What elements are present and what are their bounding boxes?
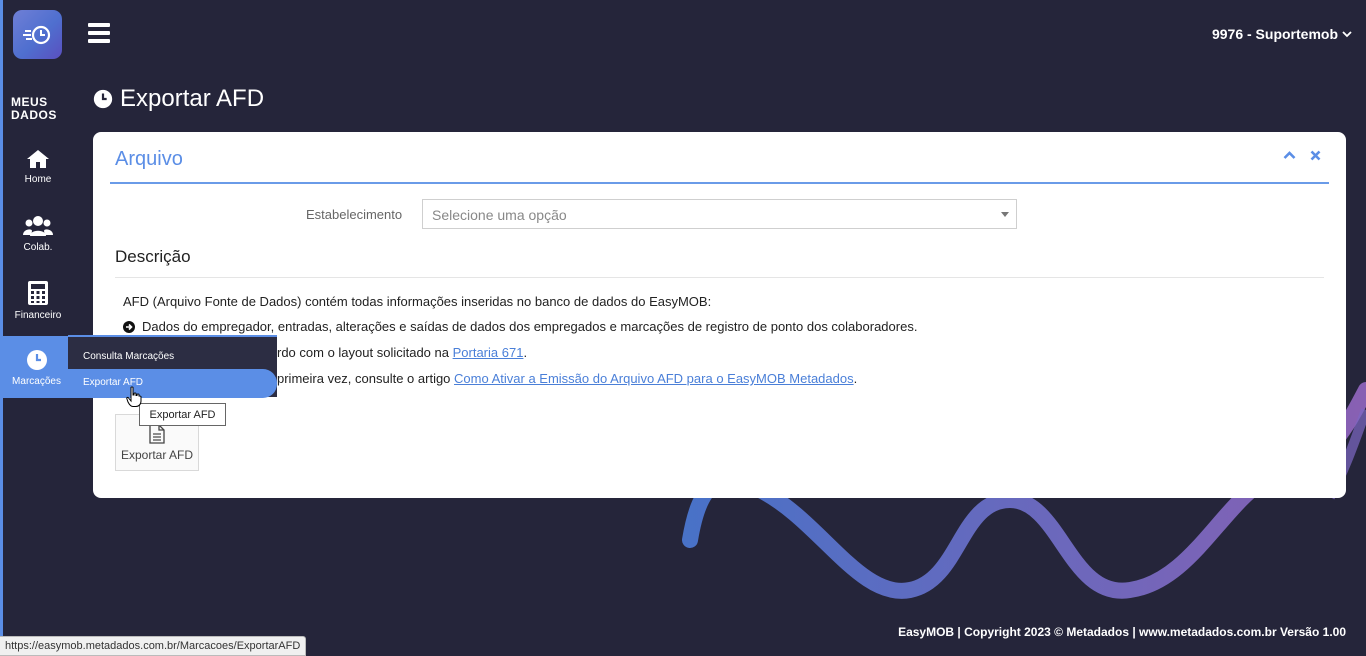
flyout-item-consulta-marcacoes[interactable]: Consulta Marcações — [68, 343, 277, 372]
sidebar-section-title: MEUS DADOS — [11, 95, 57, 122]
description-intro: AFD (Arquivo Fonte de Dados) contém toda… — [123, 294, 712, 309]
file-text-icon — [149, 423, 165, 444]
sidebar-item-home[interactable]: Home — [3, 136, 73, 196]
user-menu-label: 9976 - Suportemob — [1211, 26, 1338, 42]
page-title: Exportar AFD — [92, 85, 264, 113]
tooltip: Exportar AFD — [139, 403, 226, 426]
description-article-line: primeira vez, consulte o artigo Como Ati… — [277, 371, 857, 386]
establishment-select[interactable]: Selecione uma opção — [422, 199, 1017, 229]
article-suffix: . — [853, 371, 858, 386]
export-afd-button-label: Exportar AFD — [120, 447, 194, 462]
sidebar-item-marcacoes[interactable]: Marcações — [0, 336, 73, 398]
card-tools — [1283, 150, 1321, 161]
description-heading: Descrição — [115, 247, 191, 266]
sidebar-item-label: Home — [24, 173, 52, 185]
menu-toggle-button[interactable] — [88, 23, 110, 43]
layout-suffix: . — [523, 345, 528, 360]
home-icon — [27, 149, 49, 168]
marcacoes-flyout-menu: Consulta Marcações Exportar AFD — [68, 335, 277, 398]
clock-icon — [93, 89, 113, 109]
clock-icon — [26, 349, 47, 370]
description-bullet: Dados do empregador, entradas, alteraçõe… — [123, 319, 917, 334]
calculator-icon — [28, 280, 48, 305]
sidebar-item-colab[interactable]: Colab. — [3, 203, 73, 263]
establishment-label: Estabelecimento — [306, 207, 403, 222]
description-layout-line: rdo com o layout solicitado na Portaria … — [277, 345, 527, 360]
sidebar-item-label: Colab. — [23, 241, 53, 253]
layout-text: rdo com o layout solicitado na — [277, 345, 453, 360]
app-logo[interactable] — [13, 10, 62, 59]
divider — [115, 277, 1324, 278]
clock-speed-icon — [22, 25, 50, 44]
chevron-down-icon — [1342, 31, 1352, 38]
article-text: primeira vez, consulte o artigo — [277, 371, 455, 386]
description-bullet-text: Dados do empregador, entradas, alteraçõe… — [142, 319, 918, 334]
sidebar-item-financeiro[interactable]: Financeiro — [3, 270, 73, 330]
card-header: Arquivo — [110, 132, 1329, 184]
footer-text: EasyMOB | Copyright 2023 © Metadados | w… — [898, 625, 1346, 639]
users-icon — [23, 215, 53, 236]
browser-status-bar: https://easymob.metadados.com.br/Marcaco… — [0, 636, 307, 656]
caret-down-icon — [1001, 212, 1009, 217]
collapse-icon[interactable] — [1283, 150, 1296, 161]
establishment-select-value: Selecione uma opção — [432, 207, 567, 223]
close-icon[interactable] — [1310, 150, 1321, 161]
arquivo-card: Arquivo Estabelecimento Selecione uma op… — [93, 132, 1346, 498]
flyout-item-exportar-afd[interactable]: Exportar AFD — [68, 369, 277, 398]
sidebar-item-label: Financeiro — [14, 309, 62, 321]
page-title-text: Exportar AFD — [120, 85, 265, 112]
sidebar-item-label: Marcações — [12, 375, 61, 387]
user-menu[interactable]: 9976 - Suportemob — [1212, 26, 1352, 42]
card-title: Arquivo — [115, 148, 183, 170]
hand-cursor-icon — [126, 386, 142, 407]
arrow-circle-right-icon — [123, 320, 135, 333]
portaria-link[interactable]: Portaria 671 — [453, 345, 524, 360]
sidebar: MEUS DADOS Home Colab. Financeiro Marcaç… — [0, 0, 73, 656]
article-link[interactable]: Como Ativar a Emissão do Arquivo AFD par… — [454, 371, 854, 386]
